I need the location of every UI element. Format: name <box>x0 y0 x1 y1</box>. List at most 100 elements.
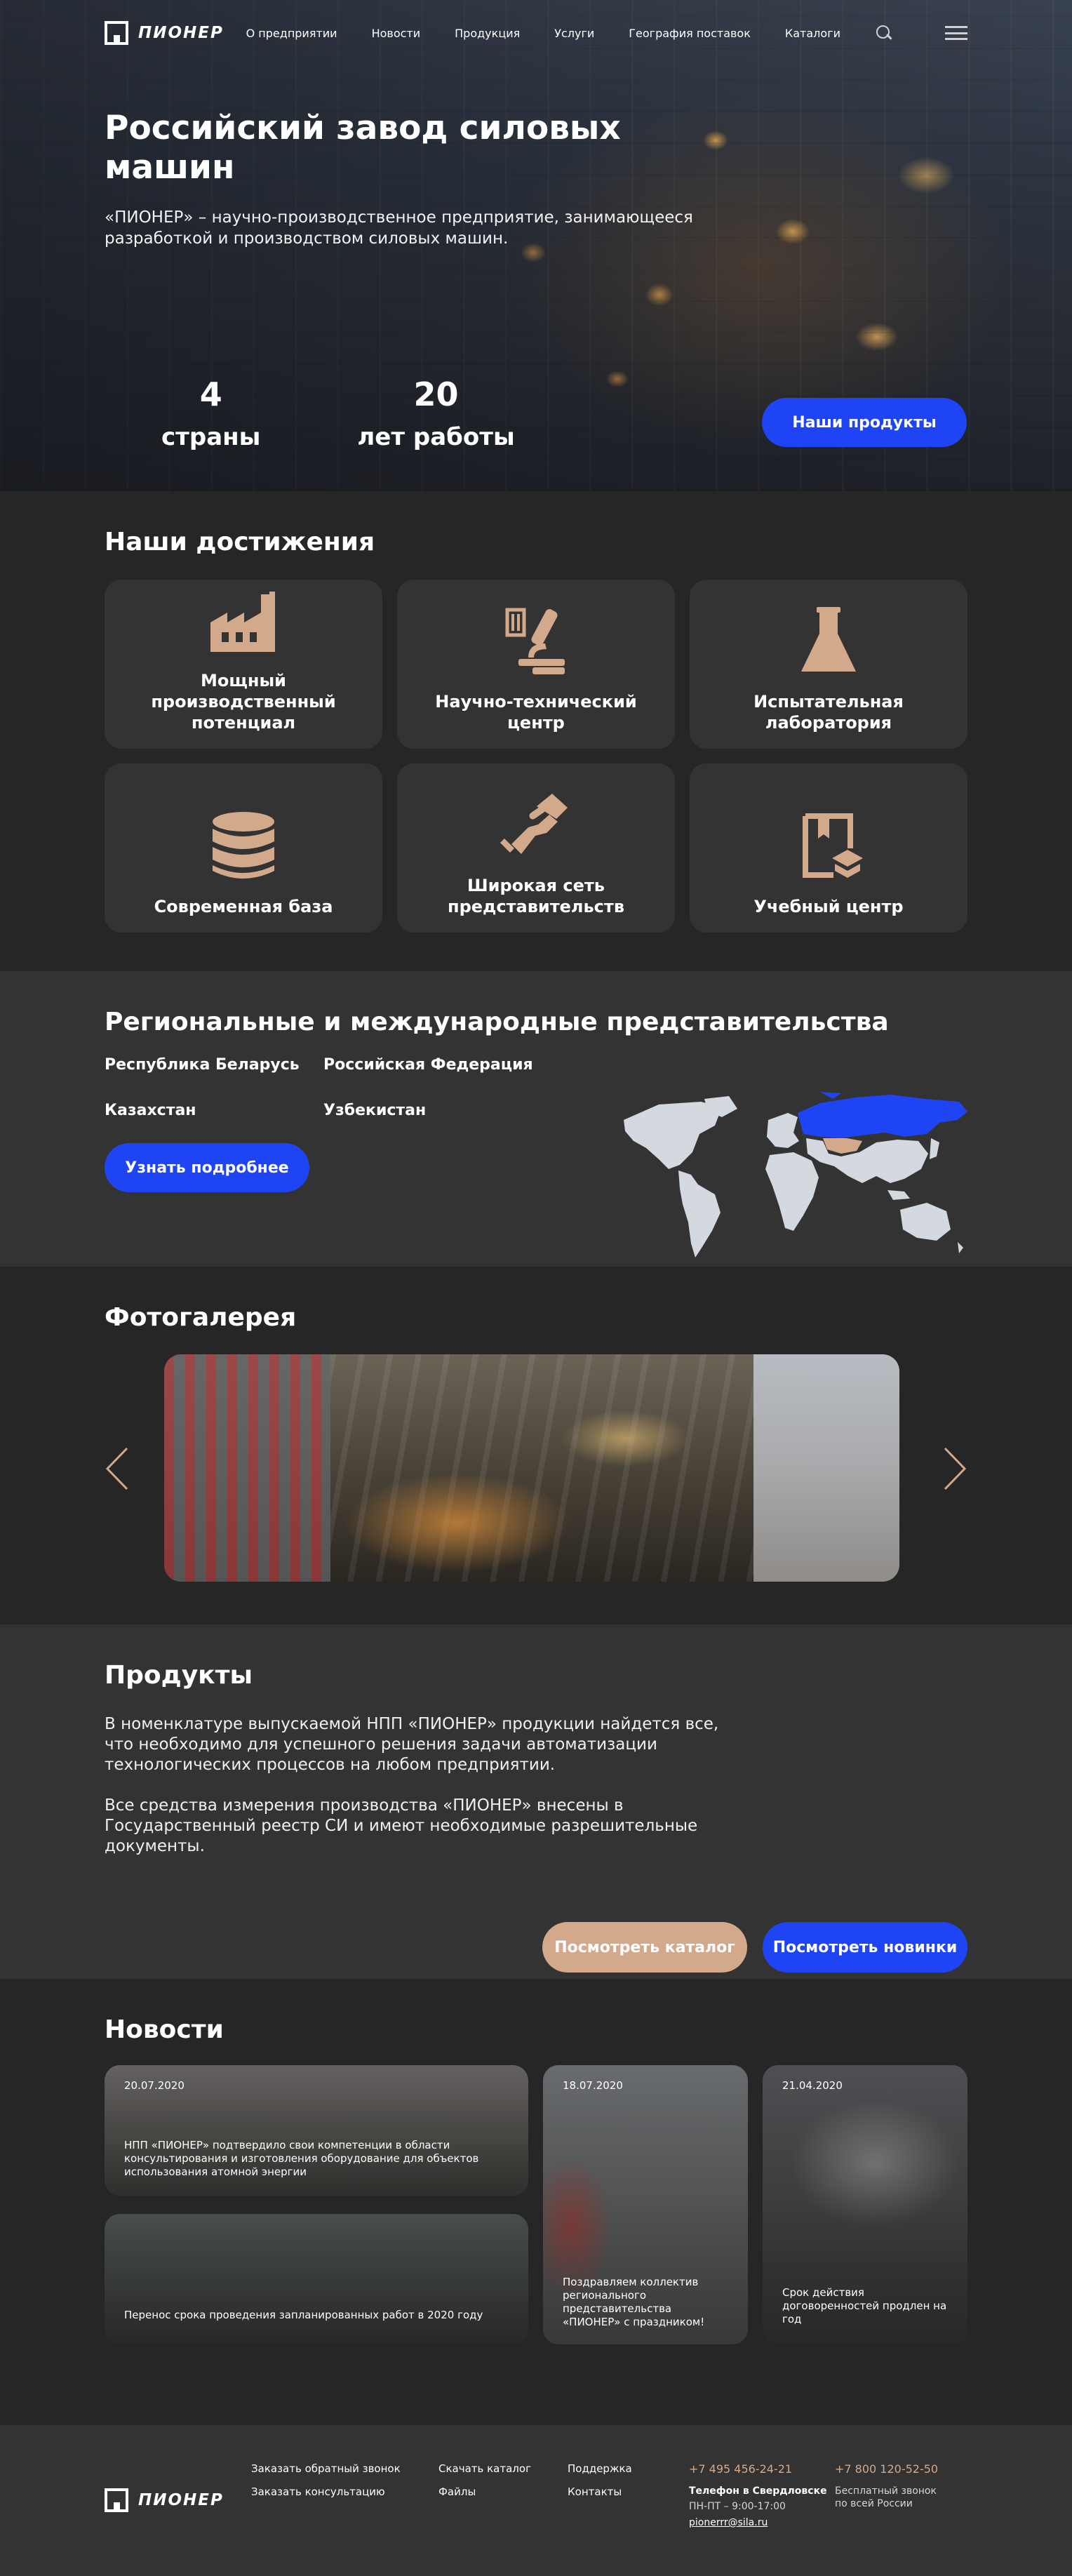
regions-title: Региональные и международные представите… <box>105 1008 889 1036</box>
achievement-card: Учебный центр <box>690 763 967 933</box>
logo[interactable]: ПИОНЕР <box>105 21 246 45</box>
factory-icon <box>210 592 275 652</box>
news-text: НПП «ПИОНЕР» подтвердило свои компетенци… <box>124 2139 479 2178</box>
achievements-section: Наши достижения Мощный производственный … <box>0 491 1072 971</box>
footer: ПИОНЕР Заказать обратный звонок Заказать… <box>0 2425 1072 2576</box>
footer-free-label: Бесплатный звонок по всей России <box>835 2485 937 2509</box>
view-new-button[interactable]: Посмотреть новинки <box>763 1922 967 1973</box>
achievement-label: Учебный центр <box>753 897 904 916</box>
news-text: Перенос срока проведения запланированных… <box>124 2309 483 2321</box>
gallery-photo[interactable] <box>330 1354 753 1582</box>
products-paragraph: В номенклатуре выпускаемой НПП «ПИОНЕР» … <box>105 1715 719 1774</box>
regions-section: Региональные и международные представите… <box>0 971 1072 1267</box>
gallery-title: Фотогалерея <box>105 1303 297 1332</box>
achievement-label: Широкая сеть представительств <box>447 876 625 916</box>
top-nav: ПИОНЕР О предприятии Новости Продукция У… <box>105 0 967 66</box>
hero-subtitle: «ПИОНЕР» – научно-производственное предп… <box>105 208 693 248</box>
news-card[interactable]: 20.07.2020 НПП «ПИОНЕР» подтвердило свои… <box>105 2065 528 2196</box>
logo-text: ПИОНЕР <box>138 24 224 42</box>
footer-link-consultation[interactable]: Заказать консультацию <box>251 2485 438 2500</box>
gallery-section: Фотогалерея <box>0 1267 1072 1624</box>
flask-icon <box>801 607 856 672</box>
nav-link-products[interactable]: Продукция <box>455 27 520 40</box>
footer-col: Заказать обратный звонок Заказать консул… <box>251 2462 438 2539</box>
footer-link-contacts[interactable]: Контакты <box>568 2485 689 2500</box>
products-title: Продукты <box>105 1661 253 1690</box>
news-grid: 20.07.2020 НПП «ПИОНЕР» подтвердило свои… <box>105 2065 967 2344</box>
learn-more-button[interactable]: Узнать подробнее <box>105 1143 309 1192</box>
products-section: Продукты В номенклатуре выпускаемой НПП … <box>0 1624 1072 1979</box>
hero-section: ПИОНЕР О предприятии Новости Продукция У… <box>0 0 1072 491</box>
our-products-button[interactable]: Наши продукты <box>762 398 967 447</box>
logo-text: ПИОНЕР <box>138 2491 224 2509</box>
news-text: Срок действия договоренностей продлен на… <box>782 2286 947 2325</box>
achievements-title: Наши достижения <box>105 528 375 556</box>
footer-link-callback[interactable]: Заказать обратный звонок <box>251 2462 438 2476</box>
footer-hours: ПН-ПТ – 9:00-17:00 <box>689 2501 786 2512</box>
stat-label: лет работы <box>357 423 515 451</box>
news-card[interactable]: Перенос срока проведения запланированных… <box>105 2214 528 2344</box>
search-icon[interactable] <box>875 24 893 42</box>
products-description: В номенклатуре выпускаемой НПП «ПИОНЕР» … <box>105 1714 736 1857</box>
gallery-photo[interactable] <box>753 1354 899 1582</box>
world-map <box>624 1092 967 1257</box>
footer-free-call: +7 800 120-52-50 Бесплатный звонок по вс… <box>835 2462 947 2539</box>
region-item[interactable]: Казахстан <box>105 1102 323 1119</box>
hero-title: Российский завод силовых машин <box>105 109 621 187</box>
chevron-left-icon[interactable] <box>105 1446 130 1492</box>
microscope-icon <box>505 608 565 674</box>
stat-countries: 4 страны <box>161 375 260 451</box>
logo-icon <box>105 2488 128 2512</box>
footer-phone-free[interactable]: +7 800 120-52-50 <box>835 2462 947 2476</box>
nav-link-about[interactable]: О предприятии <box>246 27 337 40</box>
achievements-grid: Мощный производственный потенциал Научно… <box>105 580 967 933</box>
region-item[interactable]: Узбекистан <box>323 1102 548 1119</box>
hero-stats: 4 страны 20 лет работы <box>161 375 515 451</box>
footer-phone[interactable]: +7 495 456-24-21 <box>689 2462 835 2476</box>
footer-email[interactable]: pionerrr@sila.ru <box>689 2516 835 2530</box>
footer-logo[interactable]: ПИОНЕР <box>105 2462 251 2539</box>
footer-phone-label: Телефон в Свердловске <box>689 2485 827 2497</box>
stat-years: 20 лет работы <box>357 375 514 451</box>
nav-links: О предприятии Новости Продукция Услуги Г… <box>246 27 875 40</box>
region-item[interactable]: Республика Беларусь <box>105 1056 323 1074</box>
nav-link-catalogs[interactable]: Каталоги <box>785 27 840 40</box>
achievement-label: Научно-технический центр <box>435 692 637 733</box>
database-icon <box>213 812 274 879</box>
nav-link-geography[interactable]: География поставок <box>629 27 751 40</box>
achievement-card: Испытательная лаборатория <box>690 580 967 749</box>
footer-link-support[interactable]: Поддержка <box>568 2462 689 2476</box>
stat-value: 4 <box>199 375 222 413</box>
handshake-icon <box>500 794 568 854</box>
news-card[interactable]: 18.07.2020 Поздравляем коллектив региона… <box>543 2065 748 2344</box>
achievement-label: Современная база <box>154 897 333 916</box>
region-item[interactable]: Российская Федерация <box>323 1056 548 1074</box>
achievement-card: Современная база <box>105 763 382 933</box>
nav-link-services[interactable]: Услуги <box>554 27 594 40</box>
stat-label: страны <box>161 423 261 451</box>
footer-col: Скачать каталог Файлы <box>438 2462 568 2539</box>
menu-icon[interactable] <box>945 26 967 40</box>
news-title: Новости <box>105 2015 224 2044</box>
products-paragraph: Все средства измерения производства «ПИО… <box>105 1796 698 1855</box>
news-card[interactable]: 21.04.2020 Срок действия договоренностей… <box>763 2065 967 2344</box>
achievement-card: Научно-технический центр <box>397 580 675 749</box>
book-icon <box>803 813 863 878</box>
gallery-photo[interactable] <box>164 1354 330 1582</box>
view-catalog-button[interactable]: Посмотреть каталог <box>542 1922 747 1973</box>
footer-link-download-catalog[interactable]: Скачать каталог <box>438 2462 568 2476</box>
chevron-right-icon[interactable] <box>942 1446 967 1492</box>
nav-link-news[interactable]: Новости <box>372 27 421 40</box>
footer-link-files[interactable]: Файлы <box>438 2485 568 2500</box>
news-date: 21.04.2020 <box>782 2079 843 2092</box>
hero-content: Российский завод силовых машин «ПИОНЕР» … <box>105 109 736 249</box>
gallery-frame <box>164 1354 899 1582</box>
news-section: Новости 20.07.2020 НПП «ПИОНЕР» подтверд… <box>0 1979 1072 2425</box>
achievement-card: Широкая сеть представительств <box>397 763 675 933</box>
logo-icon <box>105 21 128 45</box>
products-actions: Посмотреть каталог Посмотреть новинки <box>542 1922 967 1973</box>
achievement-label: Мощный производственный потенциал <box>151 671 336 733</box>
achievement-card: Мощный производственный потенциал <box>105 580 382 749</box>
stat-value: 20 <box>413 375 459 413</box>
news-date: 20.07.2020 <box>124 2079 185 2092</box>
